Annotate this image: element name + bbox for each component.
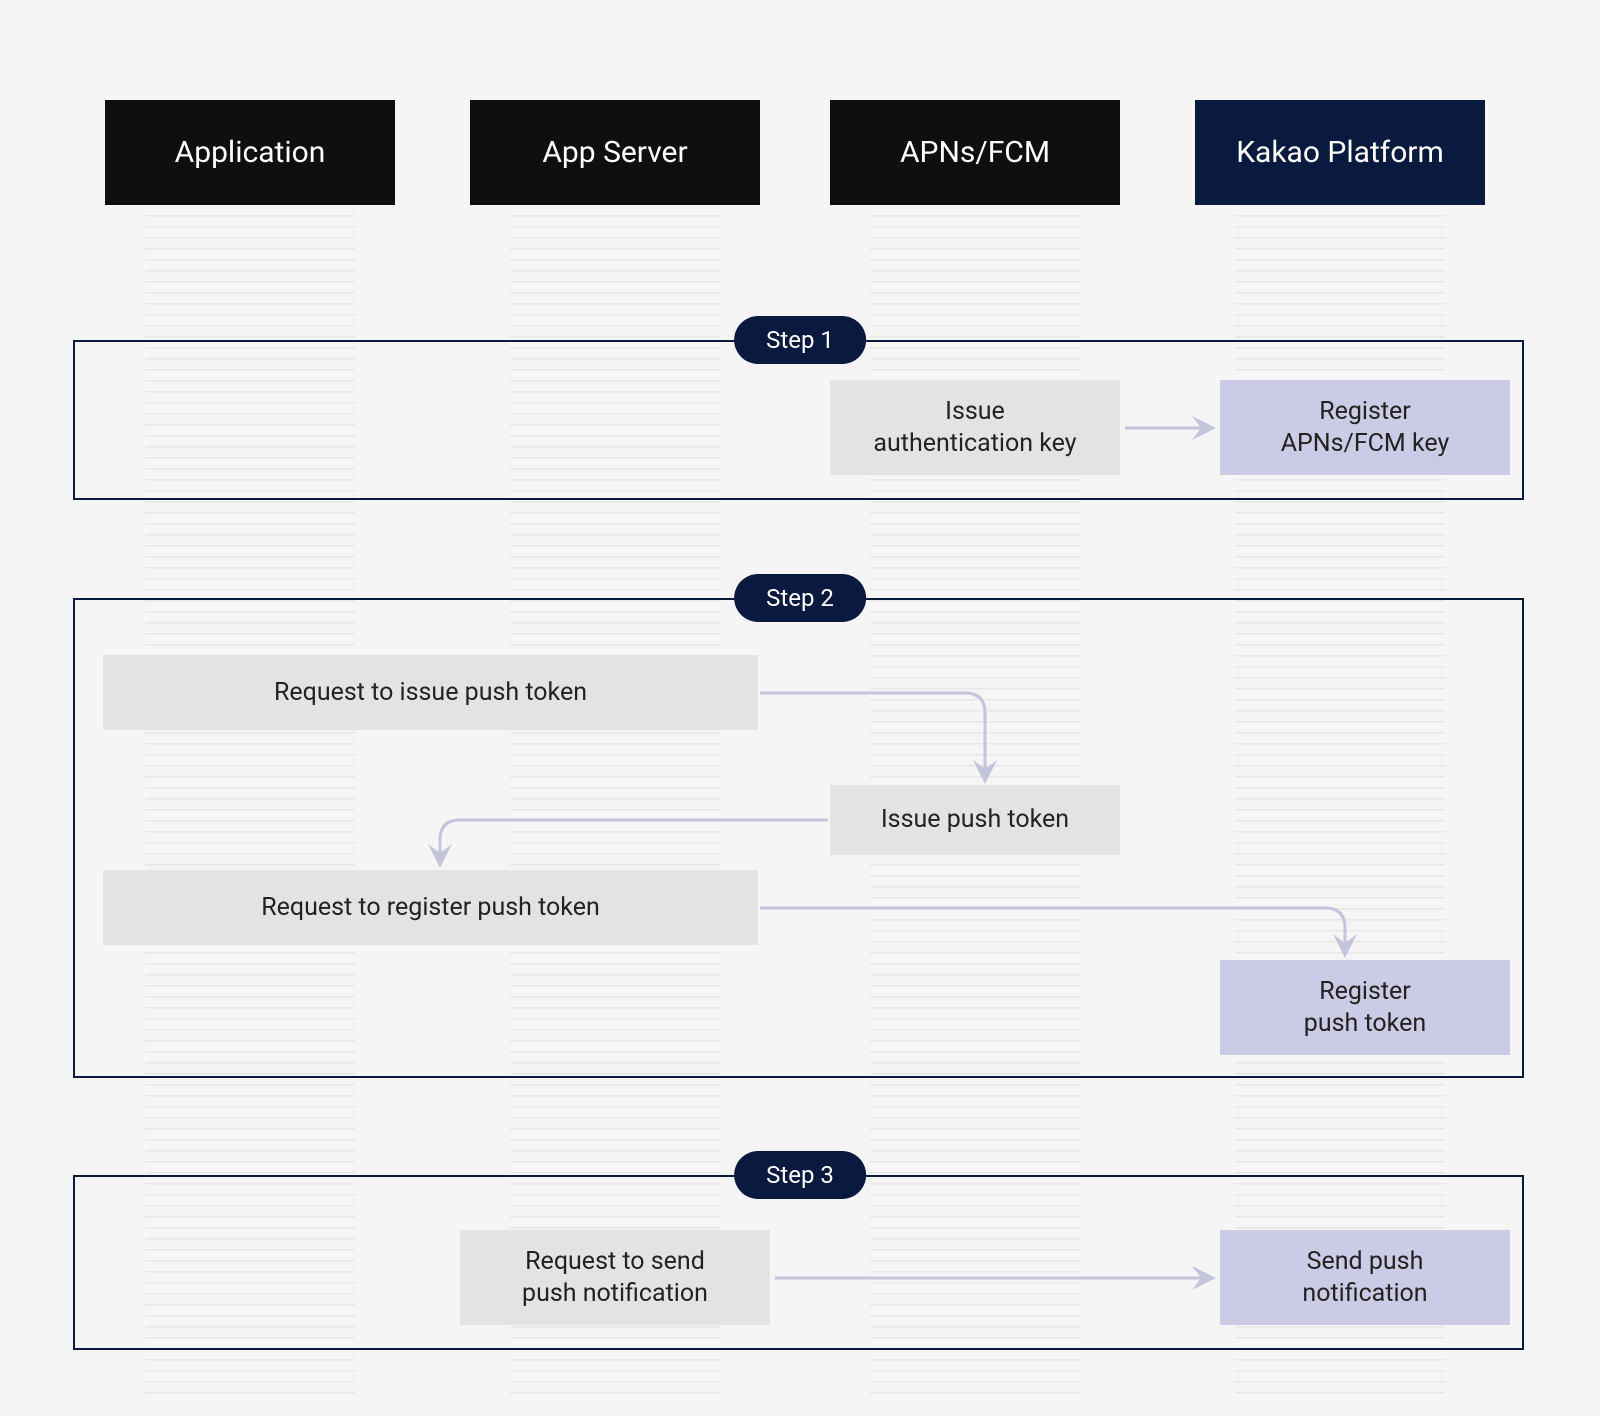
col-header-app-server: App Server — [470, 100, 760, 205]
col-header-kakao: Kakao Platform — [1195, 100, 1485, 205]
diagram-canvas: Application App Server APNs/FCM Kakao Pl… — [0, 0, 1600, 1416]
step-2-pill: Step 2 — [734, 574, 866, 622]
col-header-application: Application — [105, 100, 395, 205]
node-req-register-token: Request to register push token — [103, 870, 758, 945]
node-register-token: Register push token — [1220, 960, 1510, 1055]
col-header-apns-fcm: APNs/FCM — [830, 100, 1120, 205]
step-1-pill: Step 1 — [734, 316, 866, 364]
node-issue-token: Issue push token — [830, 785, 1120, 855]
step-3-pill: Step 3 — [734, 1151, 866, 1199]
node-req-send-push: Request to send push notification — [460, 1230, 770, 1325]
node-send-push: Send push notification — [1220, 1230, 1510, 1325]
node-register-key: Register APNs/FCM key — [1220, 380, 1510, 475]
node-req-issue-token: Request to issue push token — [103, 655, 758, 730]
node-issue-auth-key: Issue authentication key — [830, 380, 1120, 475]
